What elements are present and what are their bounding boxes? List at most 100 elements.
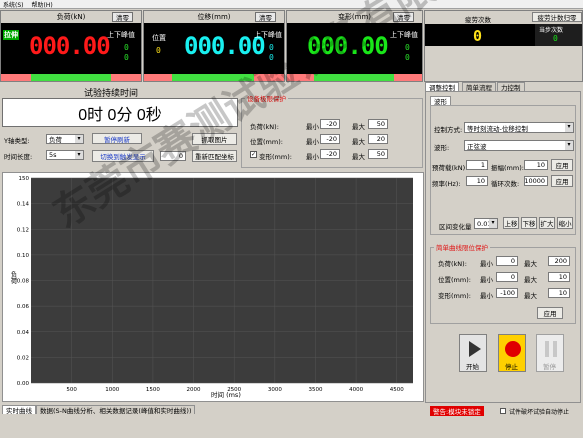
protect-deform-checkbox[interactable]: ✓ bbox=[250, 151, 257, 158]
fatigue-panel: 疲劳次数 疲劳计数归零 0 当步次数 0 bbox=[424, 10, 583, 82]
deformation-bar bbox=[287, 74, 422, 81]
chart-y-label: 负荷 bbox=[9, 271, 17, 284]
protect-load-min-label: 最小 bbox=[306, 123, 319, 131]
deformation-bar-fill bbox=[314, 74, 394, 81]
x-tick-label: 4000 bbox=[349, 387, 363, 393]
start-button[interactable]: 开始 bbox=[459, 334, 487, 372]
cycle-input[interactable]: 10000 bbox=[524, 176, 548, 186]
tab-force-control[interactable]: 力控制 bbox=[497, 82, 525, 92]
menu-system[interactable]: 系统(S) bbox=[3, 0, 24, 9]
pause-button[interactable]: 暂停 bbox=[536, 334, 564, 372]
sp-pos-max[interactable]: 10 bbox=[548, 272, 570, 282]
range-change-select[interactable]: 0.01 bbox=[474, 218, 498, 229]
x-tick-label: 3000 bbox=[268, 387, 282, 393]
protect-pos-label: 位置(mm): bbox=[250, 138, 283, 146]
fatigue-step-label: 当步次数 bbox=[539, 27, 564, 34]
x-tick-label: 2000 bbox=[187, 387, 201, 393]
sp-load-label: 负荷(kN): bbox=[438, 260, 467, 268]
tab-wave[interactable]: 波形 bbox=[430, 96, 451, 106]
auto-stop-checkbox[interactable] bbox=[500, 408, 506, 414]
chart-area: 150 0.14 0.12 0.10 0.08 0.06 0.04 0.02 0.00 500 10… bbox=[2, 172, 424, 402]
protect-deform-max[interactable]: 50 bbox=[368, 149, 388, 159]
y-tick-label: 150 bbox=[19, 176, 30, 182]
load-panel: 负荷(kN) 清零 拉伸 000.00 上下峰值 0 0 bbox=[0, 10, 142, 82]
protect-deform-label: 变形(mm): bbox=[259, 153, 292, 161]
load-clear-button[interactable]: 清零 bbox=[112, 12, 133, 22]
load-title-bar: 负荷(kN) 清零 bbox=[1, 11, 141, 23]
device-protect-title: 设备极限保护 bbox=[245, 93, 288, 103]
protect-pos-max-label: 最大 bbox=[352, 138, 365, 146]
tab-simple-process[interactable]: 简单流程 bbox=[462, 82, 496, 92]
tab-realtime-curve[interactable]: 实时曲线 bbox=[2, 405, 36, 415]
tab-data-sn[interactable]: 数据(S-N曲线分析、相关数据记录(峰值和实时曲线)) bbox=[36, 405, 196, 415]
position-peak-hi: 0 bbox=[269, 43, 274, 52]
protect-pos-min[interactable]: -20 bbox=[320, 134, 340, 144]
protect-load-min[interactable]: -20 bbox=[320, 119, 340, 129]
sp-deform-min-label: 最小 bbox=[480, 292, 493, 300]
apply-amplitude-button[interactable]: 应用 bbox=[551, 159, 573, 171]
deformation-title-bar: 变形(mm) 清零 bbox=[287, 11, 422, 23]
start-label: 开始 bbox=[466, 363, 479, 371]
protect-deform-max-label: 最大 bbox=[352, 153, 365, 161]
stop-button[interactable]: 停止 bbox=[498, 334, 526, 372]
preload-label: 预荷载(kN): bbox=[432, 164, 468, 172]
position-clear-button[interactable]: 清零 bbox=[255, 12, 276, 22]
menu-help[interactable]: 帮助(H) bbox=[32, 0, 53, 9]
capture-image-button[interactable]: 抓取图片 bbox=[192, 133, 237, 145]
sp-load-max-label: 最大 bbox=[524, 260, 537, 268]
sp-pos-label: 位置(mm): bbox=[438, 276, 471, 284]
sp-pos-max-label: 最大 bbox=[524, 276, 537, 284]
stop-label: 停止 bbox=[505, 363, 518, 371]
deformation-value: 000.00 bbox=[307, 32, 389, 60]
position-peak-label: 上下峰值 bbox=[254, 31, 282, 39]
deformation-title: 变形(mm) bbox=[337, 13, 372, 21]
amplitude-input[interactable]: 10 bbox=[524, 160, 548, 170]
deformation-panel: 变形(mm) 清零 000.00 上下峰值 0 0 bbox=[286, 10, 423, 82]
pause-refresh-button[interactable]: 暂停刷新 bbox=[92, 133, 142, 144]
position-title-bar: 位移(mm) 清零 bbox=[144, 11, 284, 23]
frequency-input[interactable]: 10 bbox=[466, 176, 488, 186]
sp-deform-min[interactable]: -100 bbox=[496, 288, 518, 298]
frequency-label: 频率(Hz): bbox=[432, 180, 461, 188]
zoom-out-button[interactable]: 缩小 bbox=[557, 217, 573, 229]
switch-trigger-button[interactable]: 切换到触发显示 bbox=[92, 150, 154, 162]
fatigue-step-value: 0 bbox=[553, 34, 558, 43]
preload-input[interactable]: 1 bbox=[466, 160, 488, 170]
time-length-select[interactable]: 5s bbox=[46, 150, 84, 160]
load-bar-fill bbox=[31, 74, 111, 81]
deformation-clear-button[interactable]: 清零 bbox=[393, 12, 414, 22]
trigger-value-input[interactable]: 0 bbox=[160, 151, 186, 161]
shift-up-button[interactable]: 上移 bbox=[503, 217, 519, 229]
rematch-coords-button[interactable]: 重新匹配坐标 bbox=[192, 150, 237, 162]
sp-apply-button[interactable]: 应用 bbox=[537, 307, 563, 319]
auto-stop-label: 试件破坏试验自动停止 bbox=[509, 409, 570, 416]
x-tick-label: 3500 bbox=[308, 387, 322, 393]
range-change-label: 区间变化量 bbox=[439, 223, 472, 231]
fatigue-title: 疲劳次数 bbox=[465, 16, 491, 24]
play-icon bbox=[469, 341, 481, 357]
wave-select[interactable]: 正弦波 bbox=[464, 140, 574, 151]
position-pos-value: 0 bbox=[156, 46, 161, 55]
protect-deform-min[interactable]: -20 bbox=[320, 149, 340, 159]
fatigue-reset-button[interactable]: 疲劳计数归零 bbox=[532, 12, 582, 22]
chart-x-label: 时间 (ms) bbox=[211, 391, 241, 399]
control-mode-label: 控制方式: bbox=[434, 126, 463, 134]
tab-adjust-control[interactable]: 调整控制 bbox=[425, 82, 459, 92]
y-axis-select[interactable]: 负荷 bbox=[46, 134, 84, 144]
control-mode-select[interactable]: 等时刻流动-位移控制 bbox=[464, 122, 574, 133]
sp-deform-label: 变形(mm): bbox=[438, 292, 471, 300]
deformation-peak-lo: 0 bbox=[405, 53, 410, 62]
protect-pos-max[interactable]: 20 bbox=[368, 134, 388, 144]
sp-pos-min[interactable]: 0 bbox=[496, 272, 518, 282]
protect-load-max[interactable]: 50 bbox=[368, 119, 388, 129]
apply-cycle-button[interactable]: 应用 bbox=[551, 175, 573, 187]
shift-down-button[interactable]: 下移 bbox=[521, 217, 537, 229]
sp-load-min[interactable]: 0 bbox=[496, 256, 518, 266]
sp-deform-max[interactable]: 10 bbox=[548, 288, 570, 298]
position-label: 位置 bbox=[152, 34, 166, 42]
stop-icon bbox=[505, 341, 521, 357]
sp-load-max[interactable]: 200 bbox=[548, 256, 570, 266]
duration-box: 0时 0分 0秒 bbox=[2, 98, 238, 127]
load-peak-lo: 0 bbox=[124, 53, 129, 62]
zoom-in-button[interactable]: 扩大 bbox=[539, 217, 555, 229]
